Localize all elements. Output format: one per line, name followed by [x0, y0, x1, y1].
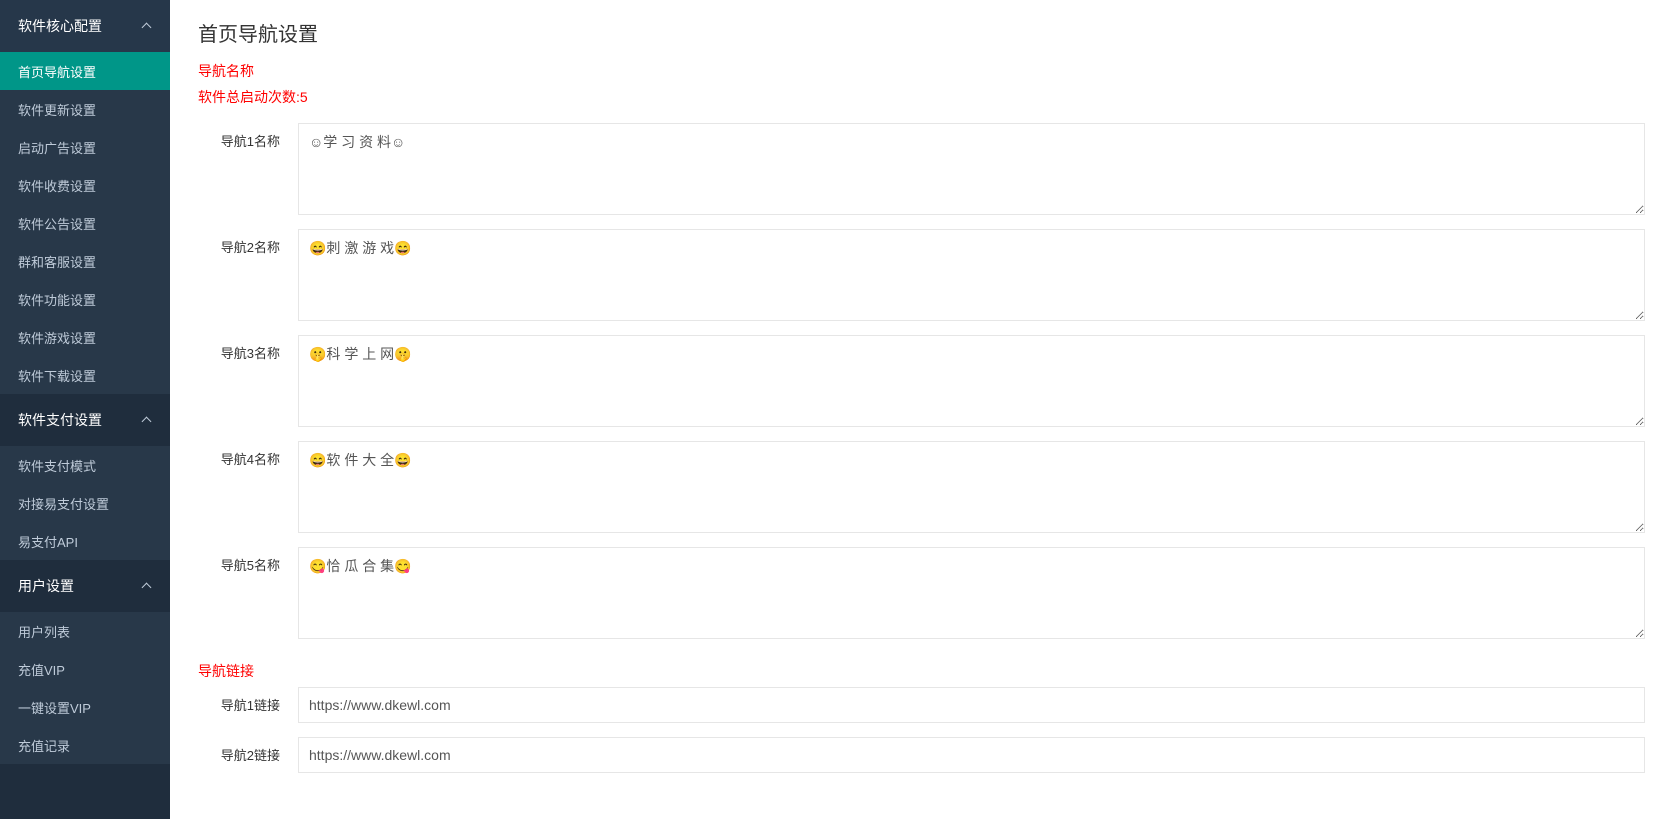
- sidebar-item-epay-api[interactable]: 易支付API: [0, 522, 170, 560]
- nav3-name-label: 导航3名称: [198, 335, 298, 362]
- sidebar-item-group-service[interactable]: 群和客服设置: [0, 242, 170, 280]
- sidebar-section-label: 软件核心配置: [18, 16, 102, 36]
- sidebar-item-recharge-vip[interactable]: 充值VIP: [0, 650, 170, 688]
- sidebar-item-notice[interactable]: 软件公告设置: [0, 204, 170, 242]
- chevron-up-icon: [142, 21, 152, 31]
- chevron-up-icon: [142, 581, 152, 591]
- sidebar-item-fee[interactable]: 软件收费设置: [0, 166, 170, 204]
- nav-name-section-label: 导航名称: [198, 61, 1645, 81]
- sidebar-item-epay-connect[interactable]: 对接易支付设置: [0, 484, 170, 522]
- nav5-name-input[interactable]: [298, 547, 1645, 639]
- form-row-nav2-name: 导航2名称: [198, 229, 1645, 321]
- page-title: 首页导航设置: [198, 18, 1645, 47]
- sidebar-section-label: 用户设置: [18, 576, 74, 596]
- form-row-nav5-name: 导航5名称: [198, 547, 1645, 639]
- sidebar-item-user-list[interactable]: 用户列表: [0, 612, 170, 650]
- nav2-name-label: 导航2名称: [198, 229, 298, 256]
- form-row-nav3-name: 导航3名称: [198, 335, 1645, 427]
- form-row-nav4-name: 导航4名称: [198, 441, 1645, 533]
- nav1-link-input[interactable]: [298, 687, 1645, 723]
- sidebar-item-oneclick-vip[interactable]: 一键设置VIP: [0, 688, 170, 726]
- sidebar-item-startup-ad[interactable]: 启动广告设置: [0, 128, 170, 166]
- main-content: 首页导航设置 导航名称 软件总启动次数:5 导航1名称 导航2名称 导航3名称 …: [170, 0, 1673, 819]
- nav1-link-label: 导航1链接: [198, 687, 298, 714]
- sidebar-item-payment-mode[interactable]: 软件支付模式: [0, 446, 170, 484]
- sidebar-section-core[interactable]: 软件核心配置: [0, 0, 170, 52]
- startup-count-text: 软件总启动次数:5: [198, 87, 1645, 107]
- sidebar-section-payment[interactable]: 软件支付设置: [0, 394, 170, 446]
- nav1-name-input[interactable]: [298, 123, 1645, 215]
- nav2-name-input[interactable]: [298, 229, 1645, 321]
- form-row-nav1-name: 导航1名称: [198, 123, 1645, 215]
- sidebar-section-user[interactable]: 用户设置: [0, 560, 170, 612]
- nav1-name-label: 导航1名称: [198, 123, 298, 150]
- sidebar-item-download[interactable]: 软件下载设置: [0, 356, 170, 394]
- nav2-link-label: 导航2链接: [198, 737, 298, 764]
- chevron-up-icon: [142, 415, 152, 425]
- nav4-name-input[interactable]: [298, 441, 1645, 533]
- nav4-name-label: 导航4名称: [198, 441, 298, 468]
- sidebar-item-game[interactable]: 软件游戏设置: [0, 318, 170, 356]
- form-row-nav2-link: 导航2链接: [198, 737, 1645, 773]
- nav5-name-label: 导航5名称: [198, 547, 298, 574]
- sidebar-item-home-nav[interactable]: 首页导航设置: [0, 52, 170, 90]
- form-row-nav1-link: 导航1链接: [198, 687, 1645, 723]
- sidebar-item-function[interactable]: 软件功能设置: [0, 280, 170, 318]
- sidebar: 软件核心配置 首页导航设置 软件更新设置 启动广告设置 软件收费设置 软件公告设…: [0, 0, 170, 819]
- nav-link-section-label: 导航链接: [198, 661, 1645, 681]
- nav3-name-input[interactable]: [298, 335, 1645, 427]
- sidebar-item-update[interactable]: 软件更新设置: [0, 90, 170, 128]
- sidebar-item-recharge-log[interactable]: 充值记录: [0, 726, 170, 764]
- sidebar-section-label: 软件支付设置: [18, 410, 102, 430]
- nav2-link-input[interactable]: [298, 737, 1645, 773]
